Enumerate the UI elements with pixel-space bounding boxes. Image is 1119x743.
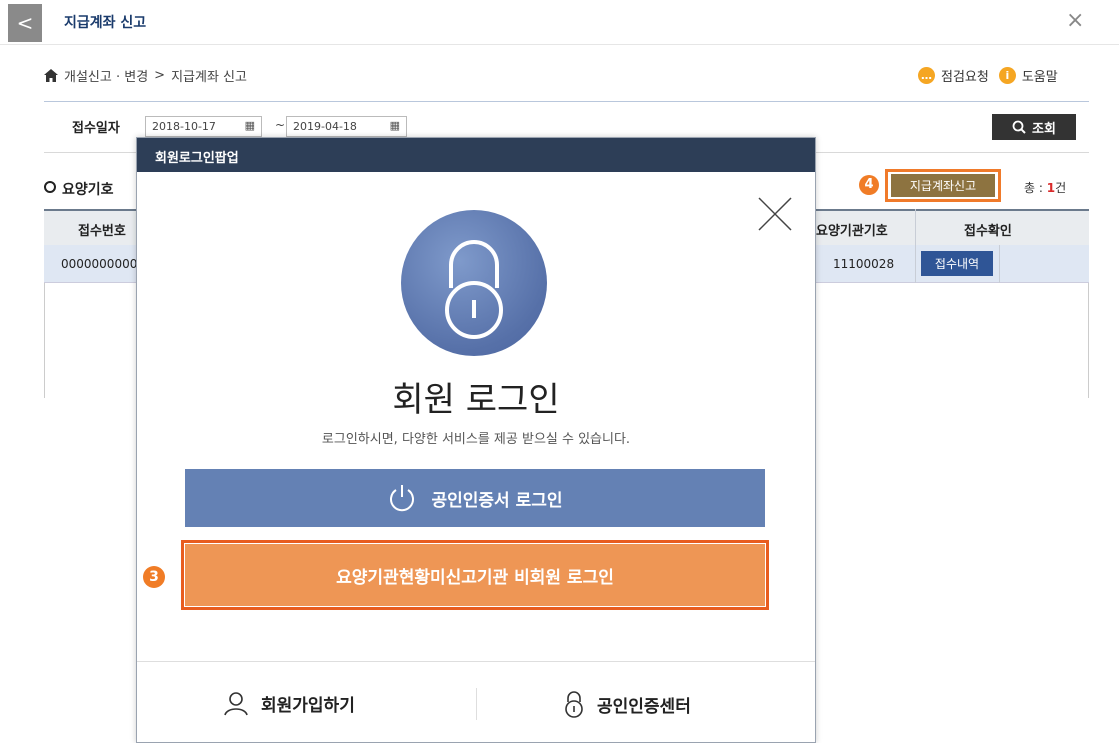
total-count-value: 1	[1046, 181, 1056, 195]
calendar-icon[interactable]: ▦	[245, 119, 255, 132]
login-title: 회원 로그인	[392, 380, 560, 420]
close-icon[interactable]	[757, 196, 793, 232]
power-icon	[390, 485, 415, 512]
date-range-separator: ~	[275, 118, 286, 132]
date-from-value: 2018-10-17	[152, 120, 216, 133]
signup-label: 회원가입하기	[261, 695, 355, 716]
column-divider	[915, 209, 916, 283]
inspect-request-link[interactable]: 점검요청	[941, 66, 989, 85]
breadcrumb-item[interactable]: 개설신고 · 변경	[64, 66, 148, 85]
receipt-detail-button[interactable]: 접수내역	[921, 251, 993, 276]
login-popup: 회원로그인팝업 회원 로그인 로그인하시면, 다양한 서비스를 제공 받으실 수…	[136, 137, 816, 743]
column-divider	[999, 245, 1000, 283]
signup-link[interactable]: 회원가입하기	[223, 690, 355, 716]
help-area: … 점검요청 i 도움말	[918, 66, 1058, 85]
lock-icon	[565, 691, 583, 718]
lock-icon	[401, 210, 547, 356]
login-subtitle: 로그인하시면, 다양한 서비스를 제공 받으실 수 있습니다.	[321, 432, 631, 447]
info-icon: i	[998, 67, 1016, 84]
window-close-icon[interactable]: ×	[1066, 8, 1084, 33]
nonmember-login-button[interactable]: 요양기관현황미신고기관 비회원 로그인	[185, 544, 765, 606]
date-to-input[interactable]: 2019-04-18 ▦	[286, 116, 407, 137]
column-header: 접수번호	[78, 224, 126, 239]
total-unit: 건	[1055, 181, 1067, 195]
total-count: 총 : 1건	[1024, 179, 1066, 196]
popup-title: 회원로그인팝업	[155, 151, 239, 166]
section-title: 요양기호	[44, 179, 114, 199]
breadcrumb: 개설신고 · 변경 > 지급계좌 신고	[44, 66, 247, 85]
circle-bullet-icon	[44, 181, 56, 193]
account-report-button[interactable]: 지급계좌신고	[891, 174, 995, 197]
cert-center-link[interactable]: 공인인증센터	[563, 690, 691, 718]
receipt-number-cell: 0000000000	[61, 257, 138, 271]
breadcrumb-separator: >	[154, 68, 166, 83]
chevron-left-icon: <	[16, 11, 34, 35]
search-date-label: 접수일자	[72, 121, 120, 136]
total-label: 총 :	[1024, 181, 1043, 195]
window-header	[0, 0, 1119, 45]
column-header: 접수확인	[964, 224, 1012, 239]
column-header: 요양기관기호	[816, 224, 888, 239]
popup-header: 회원로그인팝업	[137, 138, 815, 172]
highlight-frame: 지급계좌신고	[885, 169, 1001, 202]
step-badge: 4	[859, 175, 879, 195]
certificate-login-button[interactable]: 공인인증서 로그인	[185, 469, 765, 527]
divider	[137, 661, 815, 662]
section-title-text: 요양기호	[62, 182, 114, 198]
back-button[interactable]: <	[8, 4, 42, 42]
divider	[44, 101, 1089, 102]
calendar-icon[interactable]: ▦	[390, 119, 400, 132]
user-icon	[224, 692, 248, 716]
home-icon[interactable]	[44, 69, 58, 82]
breadcrumb-current: 지급계좌 신고	[171, 70, 247, 85]
step-badge: 3	[143, 566, 165, 588]
institution-code-cell: 11100028	[833, 257, 895, 271]
chat-icon: …	[918, 67, 935, 84]
cert-center-label: 공인인증센터	[597, 696, 691, 717]
search-icon	[1012, 120, 1026, 134]
divider	[476, 688, 477, 720]
certificate-login-label: 공인인증서 로그인	[431, 490, 563, 511]
search-button[interactable]: 조회	[992, 114, 1076, 140]
date-from-input[interactable]: 2018-10-17 ▦	[145, 116, 262, 137]
help-link[interactable]: 도움말	[1022, 66, 1058, 85]
window-title: 지급계좌 신고	[64, 15, 147, 31]
search-button-label: 조회	[1032, 121, 1056, 137]
date-to-value: 2019-04-18	[293, 120, 357, 133]
